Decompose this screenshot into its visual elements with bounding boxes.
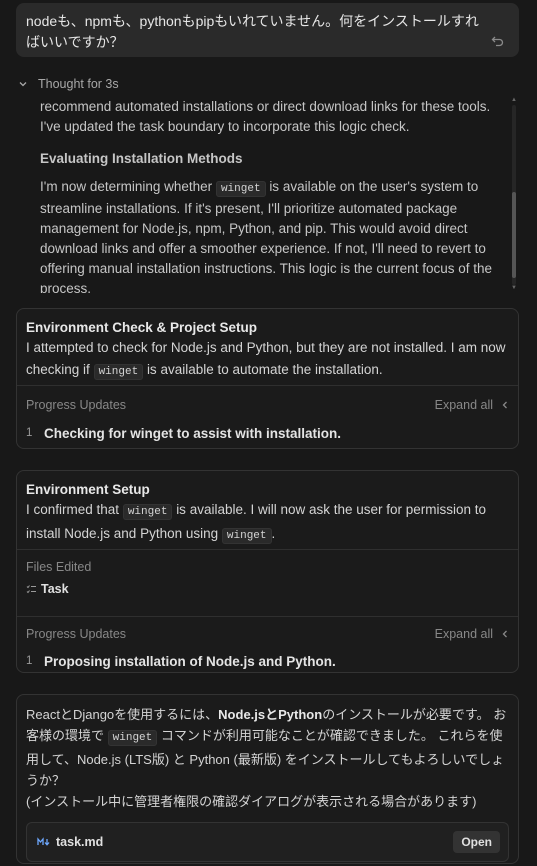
task-card-environment-setup: Environment Setup I confirmed that winge… (16, 470, 519, 673)
expand-all-button[interactable]: Expand all (435, 627, 509, 641)
progress-updates-label: Progress Updates (26, 398, 127, 412)
code-winget: winget (221, 528, 272, 544)
scrollbar-thumb[interactable] (512, 192, 516, 278)
step-label: Proposing installation of Node.js and Py… (44, 653, 336, 669)
code-winget: winget (122, 504, 173, 520)
divider (17, 616, 518, 617)
progress-step[interactable]: 1 Proposing installation of Node.js and … (17, 649, 518, 673)
edited-file-name: Task (41, 582, 69, 596)
scroll-up-arrow-icon[interactable]: ▲ (510, 97, 518, 103)
thought-paragraph-2: I'm now determining whether winget is av… (40, 177, 508, 293)
thought-paragraph-1: recommend automated installations or dir… (40, 99, 491, 134)
edited-file-task[interactable]: Task (26, 582, 509, 596)
card-text: I attempted to check for Node.js and Pyt… (26, 337, 509, 383)
task-card-environment-check: Environment Check & Project Setup I atte… (16, 308, 519, 449)
thought-content: recommend automated installations or dir… (40, 97, 508, 293)
card-text-part: . (271, 526, 276, 541)
step-number: 1 (26, 427, 33, 439)
card-title: Environment Setup (26, 482, 150, 497)
response-bold: Node.jsとPython (218, 707, 323, 722)
chevron-left-icon (502, 630, 507, 638)
card-text-part: I confirmed that (26, 502, 120, 517)
card-text: I confirmed that winget is available. I … (26, 499, 509, 547)
thought-text: I'm now determining whether (40, 179, 213, 194)
code-winget: winget (107, 730, 158, 746)
markdown-icon (37, 837, 50, 846)
response-text-part: ReactとDjangoを使用するには、 (26, 707, 219, 722)
files-edited-label: Files Edited (26, 560, 92, 574)
card-title: Environment Check & Project Setup (26, 320, 258, 335)
expand-all-label: Expand all (434, 398, 493, 412)
divider (17, 385, 518, 386)
undo-icon[interactable] (491, 34, 505, 48)
thought-label: Thought for 3s (38, 77, 119, 91)
code-winget: winget (215, 181, 266, 197)
expand-all-label: Expand all (434, 627, 493, 641)
thought-text: is available on the user's system to str… (40, 179, 492, 293)
assistant-response-card: ReactとDjangoを使用するには、Node.jsとPythonのインストー… (16, 694, 519, 864)
step-label: Checking for winget to assist with insta… (44, 425, 342, 441)
thought-toggle[interactable]: Thought for 3s (18, 76, 119, 92)
file-name: task.md (56, 835, 104, 849)
expand-all-button[interactable]: Expand all (435, 398, 509, 412)
scroll-down-arrow-icon[interactable]: ▼ (510, 285, 518, 291)
thought-heading: Evaluating Installation Methods (40, 151, 243, 166)
response-note: (インストール中に管理者権限の確認ダイアログが表示される場合があります) (26, 794, 477, 809)
step-number: 1 (26, 655, 33, 667)
progress-step[interactable]: 1 Checking for winget to assist with ins… (17, 420, 518, 446)
user-message-text: nodeも、npmも、pythonもpipもいれていません。何をインストールすれ… (26, 13, 479, 50)
thought-scrollbar[interactable]: ▲ ▼ (510, 97, 518, 293)
checklist-icon (26, 584, 36, 593)
open-button[interactable]: Open (453, 831, 500, 853)
file-chip-task-md[interactable]: task.md Open (26, 822, 509, 862)
card-text-part: is available to automate the installatio… (146, 362, 383, 377)
chevron-down-icon (19, 82, 27, 87)
code-winget: winget (93, 364, 144, 380)
user-message-bubble: nodeも、npmも、pythonもpipもいれていません。何をインストールすれ… (16, 3, 519, 57)
progress-updates-label: Progress Updates (26, 627, 127, 641)
response-text: ReactとDjangoを使用するには、Node.jsとPythonのインストー… (26, 704, 509, 791)
chevron-left-icon (502, 401, 507, 409)
